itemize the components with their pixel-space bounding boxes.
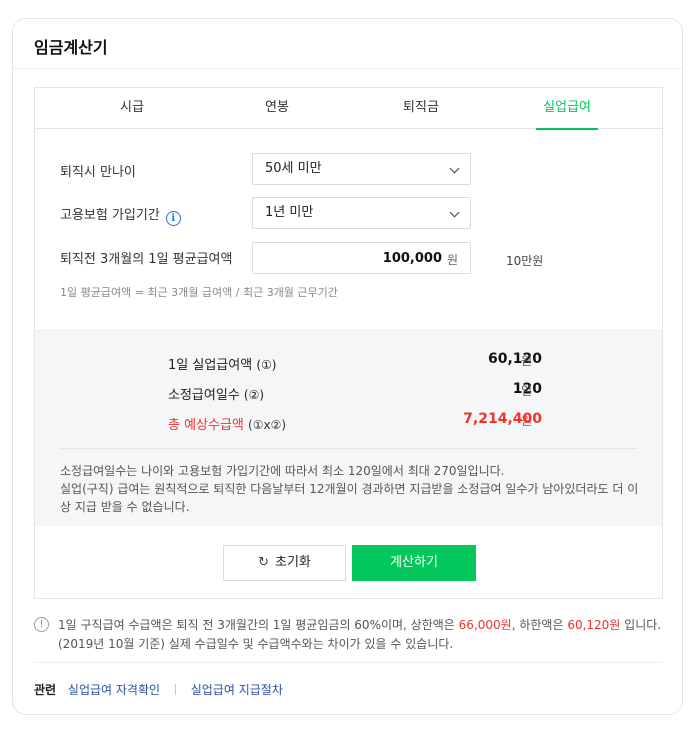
exclamation-icon: ! [34, 617, 49, 632]
tab-annual-salary[interactable]: 연봉 [242, 88, 312, 129]
footer-lower-limit: 60,120원 [567, 618, 621, 632]
benefit-note-line-1: 소정급여일수는 나이와 고용보험 가입기간에 따라서 최소 120일에서 최대 … [60, 464, 505, 478]
benefit-days-unit: 일 [521, 384, 533, 398]
footer-text-1: 1일 구직급여 수급액은 퇴직 전 3개월간의 1일 평균임금의 60%이며, … [58, 618, 459, 632]
daily-benefit-label: 1일 실업급여액 (①) [168, 354, 276, 373]
footer-upper-limit: 66,000원 [458, 618, 512, 632]
total-benefit-mark: (①x②) [248, 418, 287, 432]
title-divider [13, 68, 682, 69]
link-eligibility-check[interactable]: 실업급여 자격확인 [68, 683, 160, 697]
info-icon[interactable]: i [165, 211, 181, 226]
tab-severance[interactable]: 퇴직금 [386, 88, 456, 129]
tab-hourly[interactable]: 시급 [97, 88, 167, 129]
reset-button[interactable]: ↻ 초기화 [223, 545, 346, 581]
age-select[interactable]: 50세 미만 [252, 153, 471, 185]
footer-divider [34, 662, 663, 663]
link-separator [174, 684, 176, 695]
total-benefit-label: 총 예상수급액 (①x②) [168, 414, 286, 433]
chevron-down-icon [449, 207, 460, 218]
link-payment-procedure[interactable]: 실업급여 지급절차 [191, 683, 283, 697]
insurance-period-value: 1년 미만 [265, 205, 314, 220]
age-label: 퇴직시 만나이 [60, 165, 136, 180]
total-benefit-label-text: 총 예상수급액 [168, 418, 244, 433]
result-divider [60, 448, 637, 449]
related-links: 관련 실업급여 자격확인 실업급여 지급절차 [34, 681, 283, 698]
wage-calculator-card: 임금계산기 시급 연봉 퇴직금 실업급여 퇴직시 만나이 50세 미만 고용보험… [12, 18, 683, 715]
total-benefit-unit: 원 [521, 414, 533, 428]
chevron-down-icon [449, 163, 460, 174]
formula-text: 1일 평균급여액 = 최근 3개월 급여액 / 최근 3개월 근무기간 [60, 286, 338, 299]
footer-notice-text: 1일 구직급여 수급액은 퇴직 전 3개월간의 1일 평균임금의 60%이며, … [58, 616, 664, 654]
benefit-days-mark: (②) [243, 388, 265, 402]
footer-notice: ! 1일 구직급여 수급액은 퇴직 전 3개월간의 1일 평균임금의 60%이며… [34, 616, 664, 654]
insurance-period-label-row: 고용보험 가입기간 i [60, 204, 181, 226]
benefit-note: 소정급여일수는 나이와 고용보험 가입기간에 따라서 최소 120일에서 최대 … [60, 462, 640, 516]
tab-unemployment-benefit[interactable]: 실업급여 [532, 88, 602, 130]
benefit-note-line-2: 실업(구직) 급여는 원칙적으로 퇴직한 다음날부터 12개월이 경과하면 지급… [60, 482, 639, 514]
calculator-panel: 시급 연봉 퇴직금 실업급여 퇴직시 만나이 50세 미만 고용보험 가입기간 i… [34, 87, 663, 599]
calculate-button[interactable]: 계산하기 [352, 545, 476, 581]
avg-wage-input[interactable]: 100,000 원 [252, 242, 471, 274]
benefit-days-label: 소정급여일수 (②) [168, 384, 264, 403]
benefit-days-label-text: 소정급여일수 [168, 388, 240, 403]
footer-text-2: , 하한액은 [511, 618, 568, 632]
result-area: 1일 실업급여액 (①) 60,120 원 소정급여일수 (②) 120 일 총… [35, 330, 662, 526]
avg-wage-label: 퇴직전 3개월의 1일 평균급여액 [60, 252, 233, 267]
insurance-period-select[interactable]: 1년 미만 [252, 197, 471, 229]
avg-wage-input-value: 100,000 [382, 251, 442, 266]
reset-button-label: 초기화 [275, 555, 311, 570]
daily-benefit-unit: 원 [521, 354, 533, 368]
avg-wage-hint: 10만원 [506, 254, 544, 268]
daily-benefit-label-text: 1일 실업급여액 [168, 358, 253, 373]
age-select-value: 50세 미만 [265, 161, 322, 176]
tab-bar: 시급 연봉 퇴직금 실업급여 [35, 88, 662, 130]
card-title: 임금계산기 [34, 38, 108, 57]
related-label: 관련 [34, 683, 57, 697]
insurance-period-label: 고용보험 가입기간 [60, 208, 160, 223]
daily-benefit-mark: (①) [256, 358, 277, 372]
refresh-icon: ↻ [258, 555, 269, 570]
avg-wage-unit: 원 [446, 253, 458, 267]
daily-benefit-value: 60,120 [487, 351, 542, 367]
